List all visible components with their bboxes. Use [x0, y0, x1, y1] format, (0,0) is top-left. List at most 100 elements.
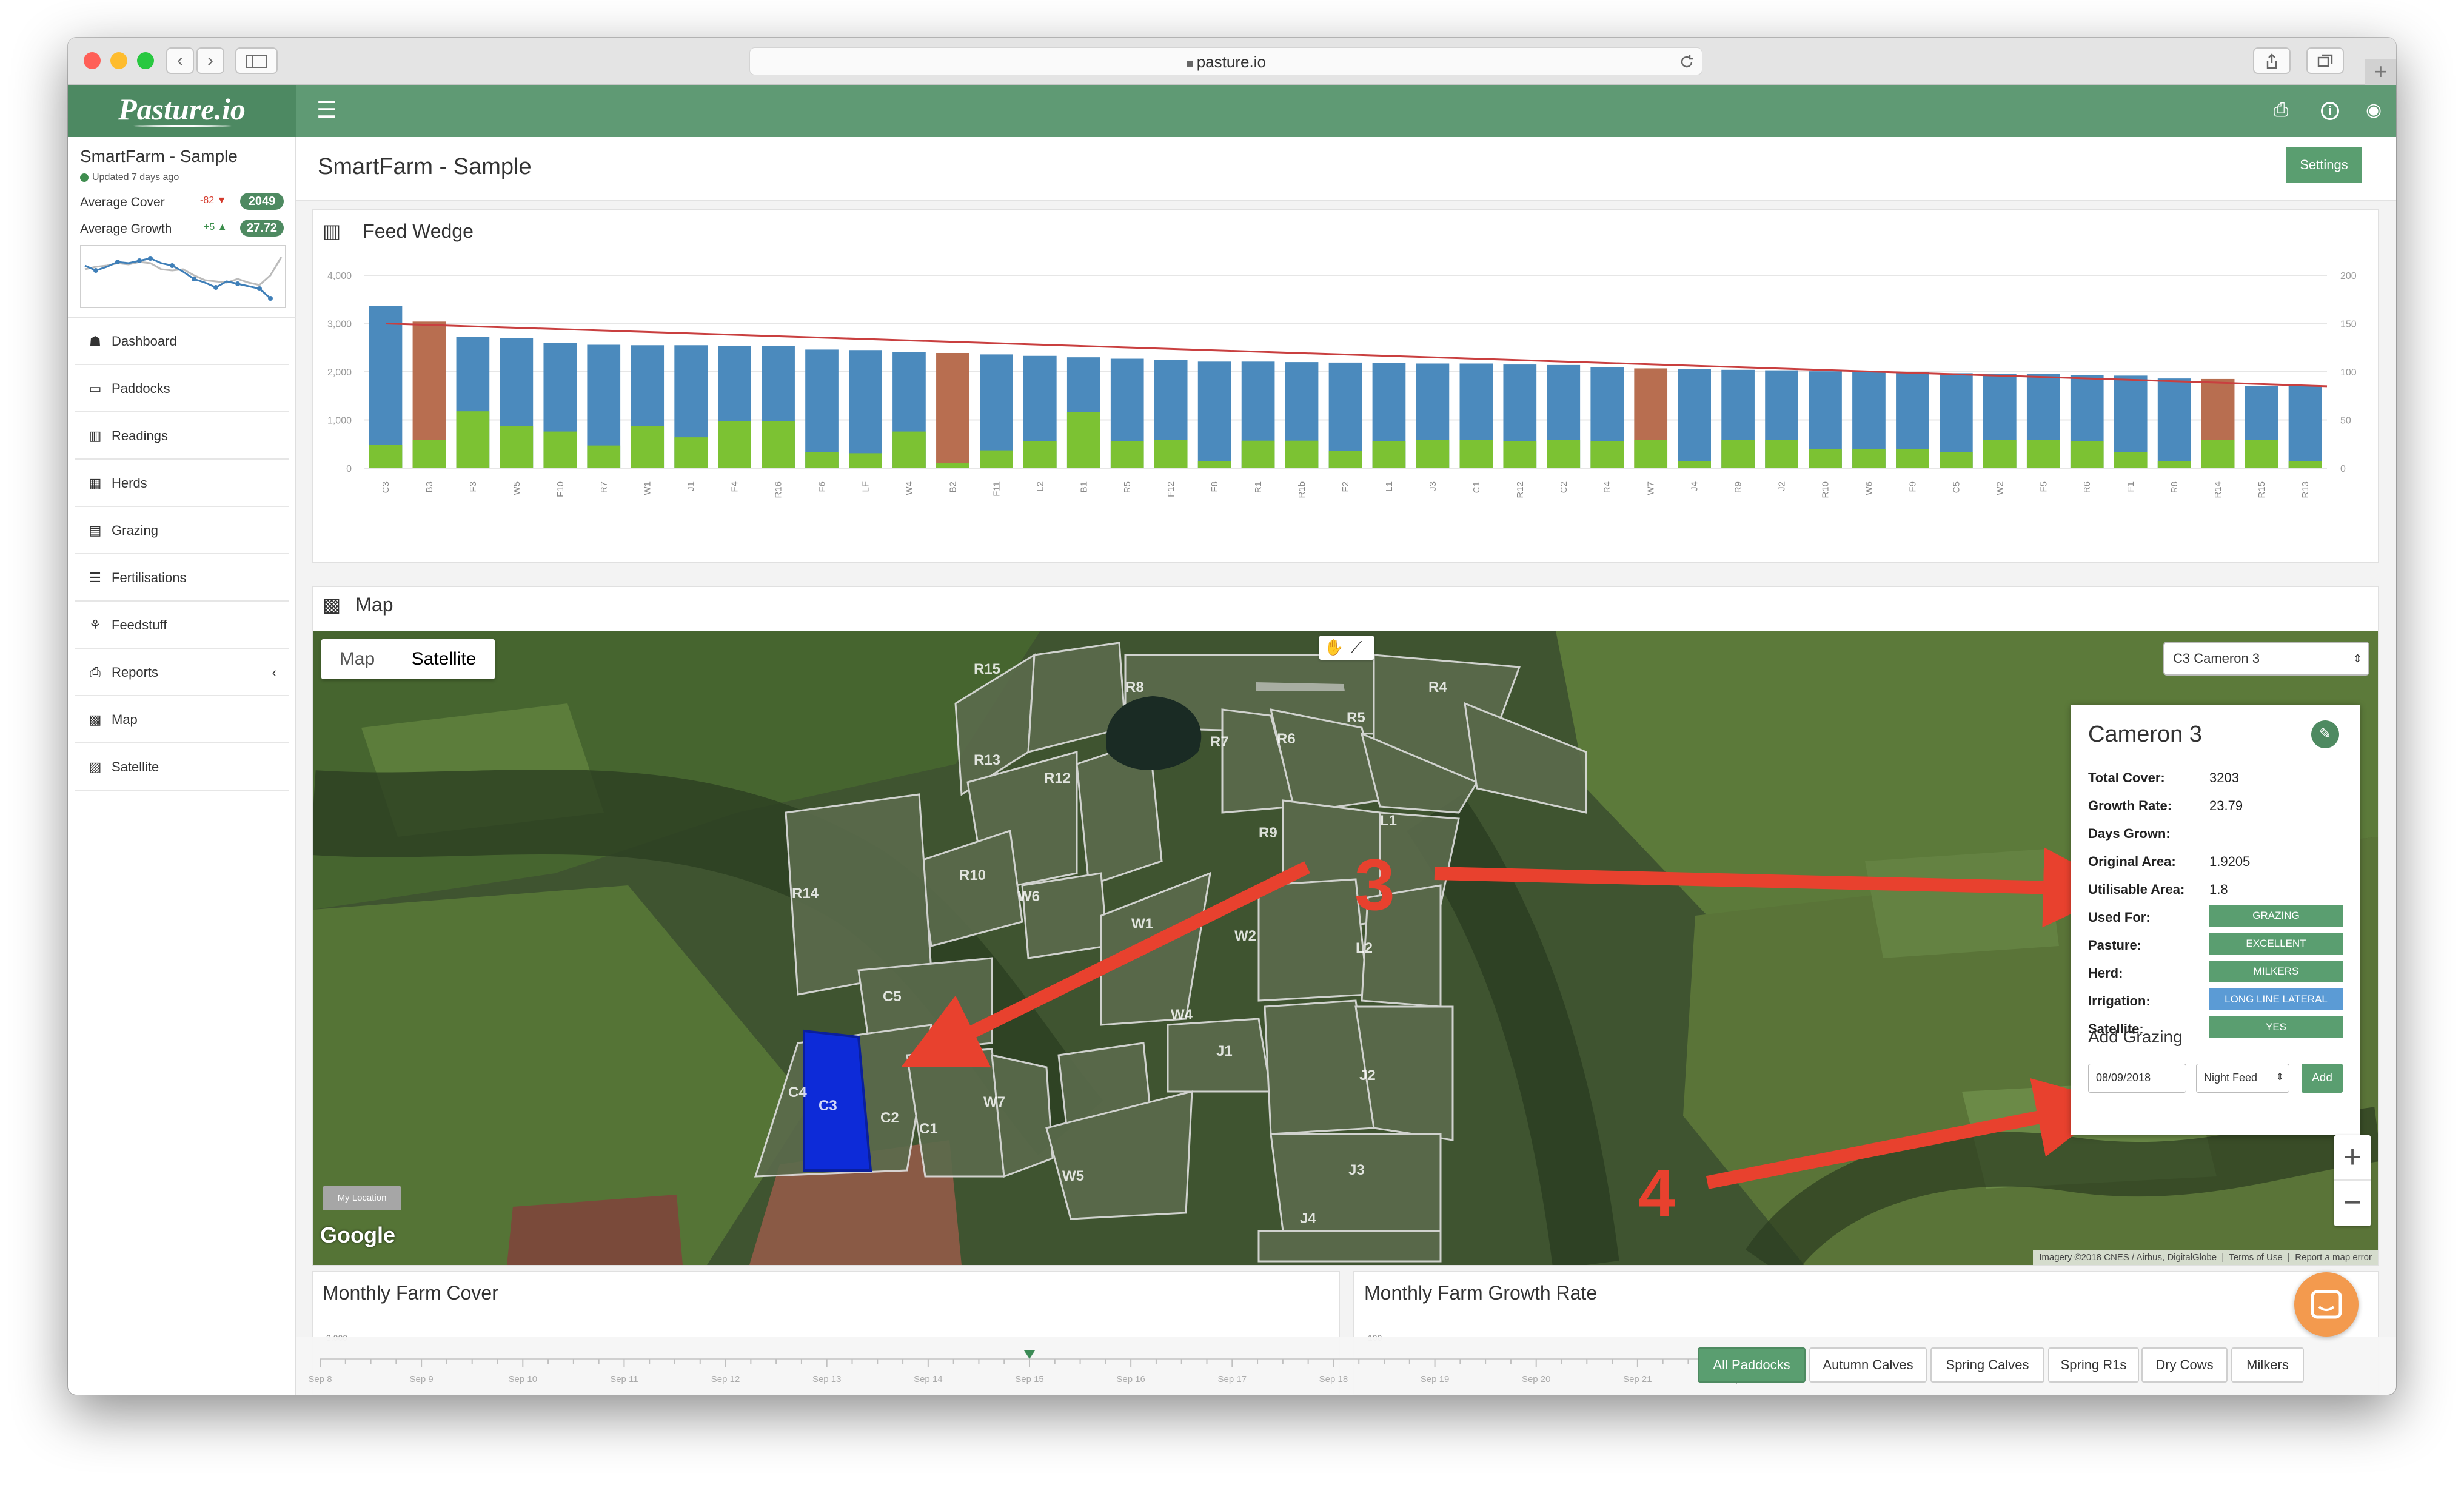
- growth-bar-l1[interactable]: [1372, 441, 1406, 468]
- growth-bar-l2[interactable]: [1023, 441, 1057, 468]
- my-location-button[interactable]: My Location: [323, 1186, 401, 1210]
- bar-b2[interactable]: [936, 352, 969, 468]
- timeline-handle[interactable]: [1024, 1350, 1035, 1359]
- growth-bar-j1[interactable]: [674, 437, 708, 468]
- filter-button-all-paddocks[interactable]: All Paddocks: [1698, 1347, 1806, 1383]
- growth-bar-w7[interactable]: [1634, 440, 1668, 468]
- sidebar-item-map[interactable]: ▩ Map: [75, 696, 289, 743]
- paddock-label-w6[interactable]: W6: [1018, 888, 1040, 905]
- growth-bar-f12[interactable]: [1154, 440, 1188, 468]
- sidebar-item-feedstuff[interactable]: ⚘ Feedstuff: [75, 602, 289, 649]
- growth-bar-j4[interactable]: [1678, 461, 1711, 468]
- growth-bar-r15[interactable]: [2245, 440, 2278, 468]
- edit-icon[interactable]: ✎: [2311, 720, 2339, 748]
- close-window-button[interactable]: [84, 52, 101, 69]
- sidebar-item-readings[interactable]: ▥ Readings: [75, 412, 289, 460]
- grazing-date-input[interactable]: 08/09/2018: [2088, 1064, 2186, 1093]
- paddock-label-w5[interactable]: W5: [1062, 1168, 1084, 1185]
- bar-c3[interactable]: [369, 306, 403, 468]
- growth-bar-w4[interactable]: [892, 431, 926, 468]
- share-button[interactable]: [2253, 47, 2291, 74]
- settings-button[interactable]: Settings: [2286, 147, 2362, 183]
- growth-bar-r12[interactable]: [1503, 441, 1537, 468]
- growth-bar-r5[interactable]: [1110, 441, 1144, 468]
- paddock-label-r7[interactable]: R7: [1210, 734, 1229, 751]
- tabs-button[interactable]: [2306, 47, 2344, 74]
- address-bar[interactable]: ■ pasture.io: [749, 47, 1702, 75]
- hamburger-menu-icon[interactable]: ☰: [316, 97, 337, 124]
- paddock-label-c1[interactable]: C1: [919, 1121, 938, 1138]
- growth-bar-c2[interactable]: [1547, 440, 1581, 468]
- paddock-label-r14[interactable]: R14: [792, 885, 819, 902]
- growth-bar-j3[interactable]: [1416, 440, 1450, 468]
- paddock-label-j4[interactable]: J4: [1300, 1210, 1316, 1227]
- growth-bar-c1[interactable]: [1459, 440, 1493, 468]
- growth-bar-j2[interactable]: [1765, 440, 1798, 468]
- paddock-label-r5[interactable]: R5: [1347, 710, 1365, 726]
- paddock-select[interactable]: C3 Cameron 3 ⇕: [2163, 642, 2369, 676]
- bar-lf[interactable]: [849, 350, 882, 468]
- add-grazing-button[interactable]: Add: [2302, 1064, 2343, 1093]
- growth-bar-lf[interactable]: [849, 453, 882, 468]
- bar-r13[interactable]: [2288, 386, 2322, 468]
- map-type-satellite-tab[interactable]: Satellite: [393, 639, 495, 679]
- map-type-map-tab[interactable]: Map: [321, 639, 393, 679]
- growth-bar-w5[interactable]: [500, 426, 534, 468]
- paddock-label-w4[interactable]: W4: [1171, 1007, 1193, 1024]
- terms-link[interactable]: Terms of Use: [2229, 1252, 2282, 1263]
- sidebar-item-dashboard[interactable]: ☗ Dashboard: [75, 318, 289, 365]
- info-icon[interactable]: i: [2321, 102, 2339, 120]
- app-logo[interactable]: Pasture.io: [68, 85, 296, 137]
- growth-bar-c5[interactable]: [1940, 452, 1973, 468]
- paddock-label-r6[interactable]: R6: [1277, 731, 1296, 748]
- bar-f8[interactable]: [1197, 361, 1231, 468]
- paddock-label-r13[interactable]: R13: [974, 752, 1000, 769]
- growth-bar-r14[interactable]: [2201, 440, 2235, 468]
- zoom-in-button[interactable]: +: [2334, 1135, 2371, 1181]
- paddock-label-w7[interactable]: W7: [983, 1094, 1005, 1111]
- filter-button-dry-cows[interactable]: Dry Cows: [2141, 1347, 2228, 1383]
- paddock-label-r15[interactable]: R15: [974, 661, 1000, 678]
- growth-bar-w2[interactable]: [1983, 440, 2017, 468]
- growth-bar-f2[interactable]: [1328, 451, 1362, 468]
- paddock-label-c4[interactable]: C4: [788, 1084, 807, 1101]
- report-error-link[interactable]: Report a map error: [2295, 1252, 2372, 1263]
- filter-button-spring-calves[interactable]: Spring Calves: [1930, 1347, 2044, 1383]
- bar-j4[interactable]: [1678, 369, 1711, 468]
- pan-hand-icon[interactable]: ✋: [1324, 638, 1344, 657]
- paddock-label-j1[interactable]: J1: [1216, 1043, 1233, 1060]
- chat-launcher[interactable]: [2294, 1272, 2359, 1337]
- growth-bar-f3[interactable]: [456, 411, 490, 468]
- print-icon[interactable]: ⎙: [2274, 97, 2288, 124]
- sidebar-item-fertilisations[interactable]: ☰ Fertilisations: [75, 554, 289, 602]
- growth-bar-f10[interactable]: [543, 431, 577, 468]
- paddock-label-c5[interactable]: C5: [883, 988, 902, 1005]
- feed-type-select[interactable]: Night Feed ⇕: [2196, 1064, 2289, 1093]
- paddock-label-r9[interactable]: R9: [1259, 825, 1277, 842]
- paddock-label-j3[interactable]: J3: [1348, 1162, 1365, 1179]
- filter-button-spring-r1s[interactable]: Spring R1s: [2048, 1347, 2139, 1383]
- bar-r8[interactable]: [2157, 378, 2191, 468]
- growth-bar-w1[interactable]: [631, 426, 665, 468]
- growth-bar-b3[interactable]: [412, 440, 446, 468]
- growth-bar-r7[interactable]: [587, 445, 621, 468]
- growth-bar-b2[interactable]: [936, 463, 969, 468]
- growth-bar-r8[interactable]: [2157, 461, 2191, 468]
- sidebar-item-paddocks[interactable]: ▭ Paddocks: [75, 365, 289, 412]
- bar-f6[interactable]: [805, 349, 839, 468]
- growth-bar-b1[interactable]: [1066, 412, 1100, 468]
- reload-icon[interactable]: [1679, 54, 1695, 70]
- growth-bar-f9[interactable]: [1896, 449, 1929, 468]
- growth-bar-r6[interactable]: [2070, 441, 2104, 468]
- paddock-label-r10[interactable]: R10: [959, 867, 986, 884]
- growth-bar-r9[interactable]: [1721, 440, 1755, 468]
- draw-line-icon[interactable]: ⟋: [1351, 638, 1362, 657]
- back-button[interactable]: ‹: [166, 47, 194, 74]
- filter-button-milkers[interactable]: Milkers: [2231, 1347, 2304, 1383]
- growth-bar-w6[interactable]: [1852, 449, 1886, 468]
- growth-bar-c3[interactable]: [369, 445, 403, 468]
- growth-bar-f5[interactable]: [2026, 440, 2060, 468]
- growth-bar-f6[interactable]: [805, 452, 839, 468]
- new-tab-button[interactable]: +: [2365, 59, 2396, 85]
- timeline-slider[interactable]: Sep 8 Sep 9 Sep 10 Sep 11 Sep 12 Sep 13 Sep 14…: [296, 1337, 1763, 1395]
